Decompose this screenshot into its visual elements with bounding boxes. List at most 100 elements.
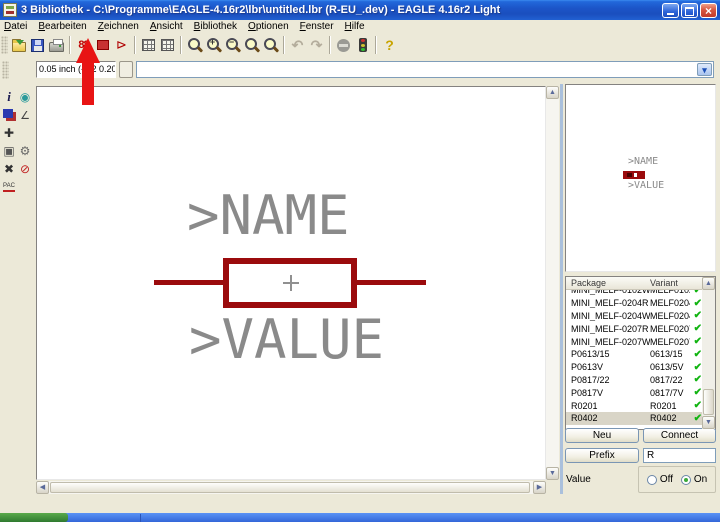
zoom-out-button[interactable]: − — [224, 37, 241, 54]
annotation-arrow-shaft — [82, 61, 94, 105]
stop-button[interactable] — [335, 37, 352, 54]
menu-bearbeiten[interactable]: Bearbeiten — [38, 21, 86, 32]
go-button[interactable] — [354, 37, 371, 54]
table-row[interactable]: P0613/150613/15✔ — [566, 348, 715, 361]
zoom-fit-icon — [187, 37, 203, 53]
menu-optionen[interactable]: Optionen — [248, 21, 289, 32]
toolbar-separator — [180, 36, 182, 54]
value-off-radio[interactable]: Off — [647, 474, 673, 485]
main-toolbar: 88 ⊳ + − ↶ ↷ ? — [0, 33, 720, 57]
scroll-down-icon[interactable]: ▼ — [546, 467, 559, 480]
info-tool[interactable]: i — [1, 88, 17, 106]
open-library-button[interactable] — [10, 37, 27, 54]
value-on-radio[interactable]: On — [681, 474, 707, 485]
library-table-button-1[interactable] — [140, 37, 157, 54]
start-button[interactable] — [0, 513, 68, 522]
toolbar-separator — [283, 36, 285, 54]
chevron-down-icon[interactable]: ▾ — [697, 63, 712, 76]
connect-button[interactable]: Connect — [643, 428, 716, 443]
table-row[interactable]: P0817V0817/7V✔ — [566, 386, 715, 399]
canvas-horizontal-scrollbar[interactable]: ◀ ▶ — [36, 481, 546, 494]
origin-cross — [283, 275, 299, 291]
table-row[interactable]: MINI_MELF-0204WMELF0204W✔ — [566, 310, 715, 323]
table-scroll-thumb[interactable] — [703, 389, 714, 415]
mark-tool[interactable]: ∠ — [17, 106, 33, 124]
taskbar-divider — [140, 514, 141, 522]
check-icon: ✔ — [690, 298, 702, 309]
table-row[interactable]: MINI_MELF-0207WMELF0207W✔ — [566, 335, 715, 348]
table-row[interactable]: P0817/220817/22✔ — [566, 374, 715, 387]
minimize-button[interactable] — [662, 3, 679, 18]
menu-zeichnen[interactable]: Zeichnen — [98, 21, 139, 32]
close-button[interactable]: × — [700, 3, 717, 18]
windows-taskbar[interactable] — [0, 513, 720, 522]
neu-button[interactable]: Neu — [565, 428, 639, 443]
resistor-left-lead — [154, 280, 224, 285]
parambar-grip[interactable] — [2, 61, 9, 79]
title-bar[interactable]: 3 Bibliothek - C:\Programme\EAGLE-4.16r2… — [0, 0, 720, 20]
package-tool[interactable]: PAC — [1, 178, 17, 196]
zoom-fit-button[interactable] — [186, 37, 203, 54]
display-tool[interactable] — [1, 106, 17, 124]
scroll-right-icon[interactable]: ▶ — [533, 481, 546, 494]
table-scrollbar[interactable]: ▲ ▼ — [702, 277, 715, 429]
print-button[interactable] — [48, 37, 65, 54]
menu-hilfe[interactable]: Hilfe — [345, 21, 365, 32]
menu-fenster[interactable]: Fenster — [300, 21, 334, 32]
check-icon: ✔ — [690, 349, 702, 360]
prefix-field[interactable]: R — [643, 448, 716, 463]
check-icon: ✔ — [690, 400, 702, 411]
save-button[interactable] — [29, 37, 46, 54]
column-package[interactable]: Package — [566, 277, 650, 289]
command-combobox[interactable]: ▾ — [136, 61, 714, 78]
check-icon: ✔ — [690, 413, 702, 424]
scroll-left-icon[interactable]: ◀ — [36, 481, 49, 494]
zoom-redraw-button[interactable] — [243, 37, 260, 54]
prefix-button[interactable]: Prefix — [565, 448, 639, 463]
change-tool[interactable]: ⚙ — [17, 142, 33, 160]
device-preview-pane: >NAME >VALUE — [565, 84, 716, 272]
restore-button[interactable] — [681, 3, 698, 18]
horizontal-scroll-thumb[interactable] — [50, 482, 530, 493]
value-placeholder-text: >VALUE — [189, 313, 384, 367]
check-icon: ✔ — [690, 387, 702, 398]
table-row[interactable]: MINI_MELF-0207RMELF0207R✔ — [566, 322, 715, 335]
drawing-canvas[interactable]: >NAME >VALUE — [36, 86, 546, 480]
redo-button[interactable]: ↷ — [308, 37, 325, 54]
menu-datei[interactable]: Datei — [4, 21, 27, 32]
column-variant[interactable]: Variant — [650, 277, 678, 289]
scroll-up-icon[interactable]: ▲ — [702, 277, 715, 290]
coordinate-mini-button[interactable] — [119, 61, 133, 78]
toolbar-grip[interactable] — [1, 36, 8, 54]
check-icon: ✔ — [690, 323, 702, 334]
menu-ansicht[interactable]: Ansicht — [150, 21, 183, 32]
table-row[interactable]: MINI_MELF-0204RMELF0204R✔ — [566, 297, 715, 310]
table-row[interactable]: P0613V0613/5V✔ — [566, 361, 715, 374]
panel-splitter[interactable] — [560, 84, 563, 494]
library-table-button-2[interactable] — [159, 37, 176, 54]
table-row-selected[interactable]: R0402R0402✔ — [566, 412, 715, 425]
move-tool[interactable]: ✚ — [1, 124, 17, 142]
delete-tool[interactable]: ✖ — [1, 160, 17, 178]
undo-button[interactable]: ↶ — [289, 37, 306, 54]
open-folder-icon — [12, 42, 26, 52]
toolbar-separator — [134, 36, 136, 54]
scroll-up-icon[interactable]: ▲ — [546, 86, 559, 99]
zoom-in-button[interactable]: + — [205, 37, 222, 54]
radio-on-icon — [681, 475, 691, 485]
copy-tool[interactable]: ▣ — [1, 142, 17, 160]
zoom-select-icon — [263, 37, 279, 53]
canvas-vertical-scrollbar[interactable]: ▲ ▼ — [546, 86, 559, 480]
pin-tool[interactable]: ⊘ — [17, 160, 33, 178]
table-grid-icon — [161, 39, 174, 51]
table-row[interactable]: R0201R0201✔ — [566, 399, 715, 412]
menu-bibliothek[interactable]: Bibliothek — [194, 21, 237, 32]
help-button[interactable]: ? — [381, 37, 398, 54]
package-variant-table: Package Variant MINI_MELF-0102WMELF0102W… — [565, 276, 716, 430]
edit-symbol-button[interactable]: ⊳ — [113, 37, 130, 54]
scroll-down-icon[interactable]: ▼ — [702, 416, 715, 429]
show-tool[interactable]: ◉ — [17, 88, 33, 106]
zoom-select-button[interactable] — [262, 37, 279, 54]
resistor-right-lead — [356, 280, 426, 285]
table-header[interactable]: Package Variant — [566, 277, 715, 290]
